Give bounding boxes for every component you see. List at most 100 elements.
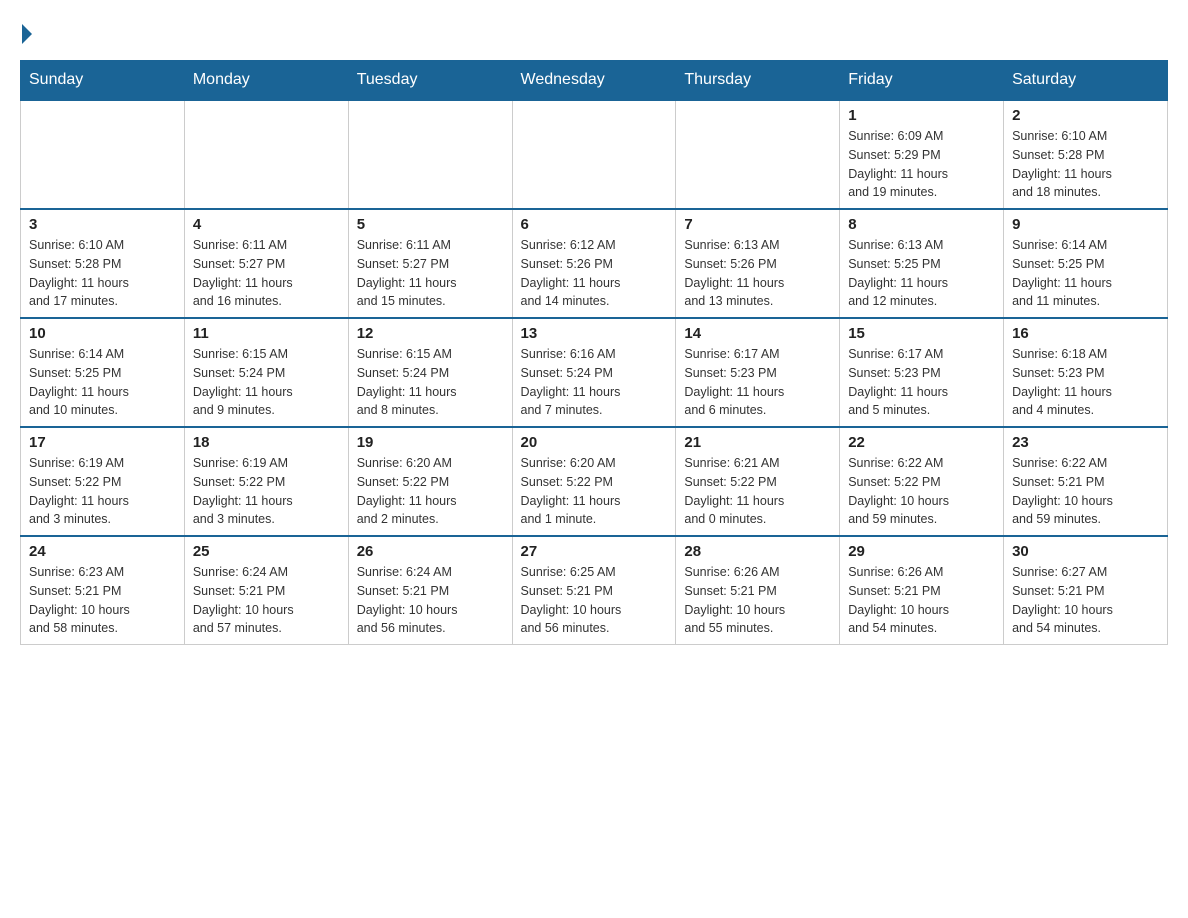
day-number: 12 xyxy=(357,325,504,342)
day-info: Sunrise: 6:10 AMSunset: 5:28 PMDaylight:… xyxy=(29,236,176,311)
day-number: 14 xyxy=(684,325,831,342)
calendar-cell: 15Sunrise: 6:17 AMSunset: 5:23 PMDayligh… xyxy=(840,318,1004,427)
day-info: Sunrise: 6:26 AMSunset: 5:21 PMDaylight:… xyxy=(848,563,995,638)
day-number: 30 xyxy=(1012,543,1159,560)
day-info: Sunrise: 6:15 AMSunset: 5:24 PMDaylight:… xyxy=(193,345,340,420)
page-header xyxy=(20,20,1168,40)
day-info: Sunrise: 6:19 AMSunset: 5:22 PMDaylight:… xyxy=(193,454,340,529)
day-number: 7 xyxy=(684,216,831,233)
day-number: 1 xyxy=(848,107,995,124)
calendar-cell: 9 Sunrise: 6:14 AMSunset: 5:25 PMDaylight… xyxy=(1004,209,1168,318)
calendar-cell xyxy=(348,100,512,209)
calendar-cell: 23 Sunrise: 6:22 AMSunset: 5:21 PMDayligh… xyxy=(1004,427,1168,536)
day-info: Sunrise: 6:24 AMSunset: 5:21 PMDaylight:… xyxy=(357,563,504,638)
day-info: Sunrise: 6:20 AMSunset: 5:22 PMDaylight:… xyxy=(521,454,668,529)
calendar-cell xyxy=(21,100,185,209)
day-number: 6 xyxy=(521,216,668,233)
day-info: Sunrise: 6:22 AMSunset: 5:21 PMDaylight:… xyxy=(1012,454,1159,529)
day-number: 17 xyxy=(29,434,176,451)
calendar-cell: 27 Sunrise: 6:25 AMSunset: 5:21 PMDayligh… xyxy=(512,536,676,645)
day-info: Sunrise: 6:13 AMSunset: 5:25 PMDaylight:… xyxy=(848,236,995,311)
calendar-cell: 17 Sunrise: 6:19 AMSunset: 5:22 PMDayligh… xyxy=(21,427,185,536)
calendar-cell xyxy=(676,100,840,209)
calendar-cell: 12 Sunrise: 6:15 AMSunset: 5:24 PMDayligh… xyxy=(348,318,512,427)
day-header-saturday: Saturday xyxy=(1004,61,1168,101)
calendar-cell: 19 Sunrise: 6:20 AMSunset: 5:22 PMDayligh… xyxy=(348,427,512,536)
calendar-cell: 7 Sunrise: 6:13 AMSunset: 5:26 PMDaylight… xyxy=(676,209,840,318)
day-number: 21 xyxy=(684,434,831,451)
day-info: Sunrise: 6:19 AMSunset: 5:22 PMDaylight:… xyxy=(29,454,176,529)
day-number: 2 xyxy=(1012,107,1159,124)
day-number: 25 xyxy=(193,543,340,560)
calendar-cell: 6 Sunrise: 6:12 AMSunset: 5:26 PMDaylight… xyxy=(512,209,676,318)
week-row-5: 24Sunrise: 6:23 AMSunset: 5:21 PMDayligh… xyxy=(21,536,1168,645)
calendar-cell: 22 Sunrise: 6:22 AMSunset: 5:22 PMDayligh… xyxy=(840,427,1004,536)
day-number: 24 xyxy=(29,543,176,560)
day-number: 10 xyxy=(29,325,176,342)
day-info: Sunrise: 6:17 AMSunset: 5:23 PMDaylight:… xyxy=(684,345,831,420)
day-info: Sunrise: 6:14 AMSunset: 5:25 PMDaylight:… xyxy=(1012,236,1159,311)
day-info: Sunrise: 6:15 AMSunset: 5:24 PMDaylight:… xyxy=(357,345,504,420)
day-info: Sunrise: 6:14 AMSunset: 5:25 PMDaylight:… xyxy=(29,345,176,420)
day-info: Sunrise: 6:12 AMSunset: 5:26 PMDaylight:… xyxy=(521,236,668,311)
day-header-wednesday: Wednesday xyxy=(512,61,676,101)
day-info: Sunrise: 6:11 AMSunset: 5:27 PMDaylight:… xyxy=(357,236,504,311)
calendar-cell: 18 Sunrise: 6:19 AMSunset: 5:22 PMDayligh… xyxy=(184,427,348,536)
calendar-cell: 10 Sunrise: 6:14 AMSunset: 5:25 PMDayligh… xyxy=(21,318,185,427)
calendar-cell: 1 Sunrise: 6:09 AMSunset: 5:29 PMDaylight… xyxy=(840,100,1004,209)
day-info: Sunrise: 6:13 AMSunset: 5:26 PMDaylight:… xyxy=(684,236,831,311)
calendar-cell: 26 Sunrise: 6:24 AMSunset: 5:21 PMDayligh… xyxy=(348,536,512,645)
day-info: Sunrise: 6:11 AMSunset: 5:27 PMDaylight:… xyxy=(193,236,340,311)
day-info: Sunrise: 6:26 AMSunset: 5:21 PMDaylight:… xyxy=(684,563,831,638)
calendar-cell: 29 Sunrise: 6:26 AMSunset: 5:21 PMDayligh… xyxy=(840,536,1004,645)
calendar-header-row: SundayMondayTuesdayWednesdayThursdayFrid… xyxy=(21,61,1168,101)
logo-arrow-icon xyxy=(22,24,32,44)
day-number: 5 xyxy=(357,216,504,233)
day-info: Sunrise: 6:16 AMSunset: 5:24 PMDaylight:… xyxy=(521,345,668,420)
day-info: Sunrise: 6:18 AMSunset: 5:23 PMDaylight:… xyxy=(1012,345,1159,420)
calendar-cell: 2Sunrise: 6:10 AMSunset: 5:28 PMDaylight… xyxy=(1004,100,1168,209)
calendar-cell: 28 Sunrise: 6:26 AMSunset: 5:21 PMDayligh… xyxy=(676,536,840,645)
day-info: Sunrise: 6:09 AMSunset: 5:29 PMDaylight:… xyxy=(848,127,995,202)
calendar-cell: 25 Sunrise: 6:24 AMSunset: 5:21 PMDayligh… xyxy=(184,536,348,645)
day-number: 11 xyxy=(193,325,340,342)
day-header-friday: Friday xyxy=(840,61,1004,101)
day-info: Sunrise: 6:17 AMSunset: 5:23 PMDaylight:… xyxy=(848,345,995,420)
calendar-cell: 24Sunrise: 6:23 AMSunset: 5:21 PMDayligh… xyxy=(21,536,185,645)
calendar-cell: 16 Sunrise: 6:18 AMSunset: 5:23 PMDayligh… xyxy=(1004,318,1168,427)
day-info: Sunrise: 6:21 AMSunset: 5:22 PMDaylight:… xyxy=(684,454,831,529)
day-info: Sunrise: 6:27 AMSunset: 5:21 PMDaylight:… xyxy=(1012,563,1159,638)
calendar-cell: 21 Sunrise: 6:21 AMSunset: 5:22 PMDayligh… xyxy=(676,427,840,536)
day-number: 23 xyxy=(1012,434,1159,451)
week-row-1: 1 Sunrise: 6:09 AMSunset: 5:29 PMDaylight… xyxy=(21,100,1168,209)
day-number: 9 xyxy=(1012,216,1159,233)
calendar-cell: 8 Sunrise: 6:13 AMSunset: 5:25 PMDaylight… xyxy=(840,209,1004,318)
day-number: 16 xyxy=(1012,325,1159,342)
calendar-table: SundayMondayTuesdayWednesdayThursdayFrid… xyxy=(20,60,1168,645)
day-number: 28 xyxy=(684,543,831,560)
day-number: 29 xyxy=(848,543,995,560)
calendar-cell xyxy=(184,100,348,209)
calendar-cell: 5 Sunrise: 6:11 AMSunset: 5:27 PMDaylight… xyxy=(348,209,512,318)
day-number: 26 xyxy=(357,543,504,560)
day-number: 19 xyxy=(357,434,504,451)
day-info: Sunrise: 6:20 AMSunset: 5:22 PMDaylight:… xyxy=(357,454,504,529)
calendar-cell: 4Sunrise: 6:11 AMSunset: 5:27 PMDaylight… xyxy=(184,209,348,318)
calendar-cell: 30 Sunrise: 6:27 AMSunset: 5:21 PMDayligh… xyxy=(1004,536,1168,645)
calendar-cell: 11 Sunrise: 6:15 AMSunset: 5:24 PMDayligh… xyxy=(184,318,348,427)
calendar-cell xyxy=(512,100,676,209)
day-number: 3 xyxy=(29,216,176,233)
day-number: 8 xyxy=(848,216,995,233)
logo xyxy=(20,20,32,40)
day-header-sunday: Sunday xyxy=(21,61,185,101)
day-info: Sunrise: 6:24 AMSunset: 5:21 PMDaylight:… xyxy=(193,563,340,638)
day-number: 22 xyxy=(848,434,995,451)
calendar-cell: 20Sunrise: 6:20 AMSunset: 5:22 PMDayligh… xyxy=(512,427,676,536)
day-info: Sunrise: 6:25 AMSunset: 5:21 PMDaylight:… xyxy=(521,563,668,638)
day-header-tuesday: Tuesday xyxy=(348,61,512,101)
day-info: Sunrise: 6:22 AMSunset: 5:22 PMDaylight:… xyxy=(848,454,995,529)
calendar-cell: 14 Sunrise: 6:17 AMSunset: 5:23 PMDayligh… xyxy=(676,318,840,427)
day-number: 27 xyxy=(521,543,668,560)
day-number: 18 xyxy=(193,434,340,451)
day-number: 13 xyxy=(521,325,668,342)
